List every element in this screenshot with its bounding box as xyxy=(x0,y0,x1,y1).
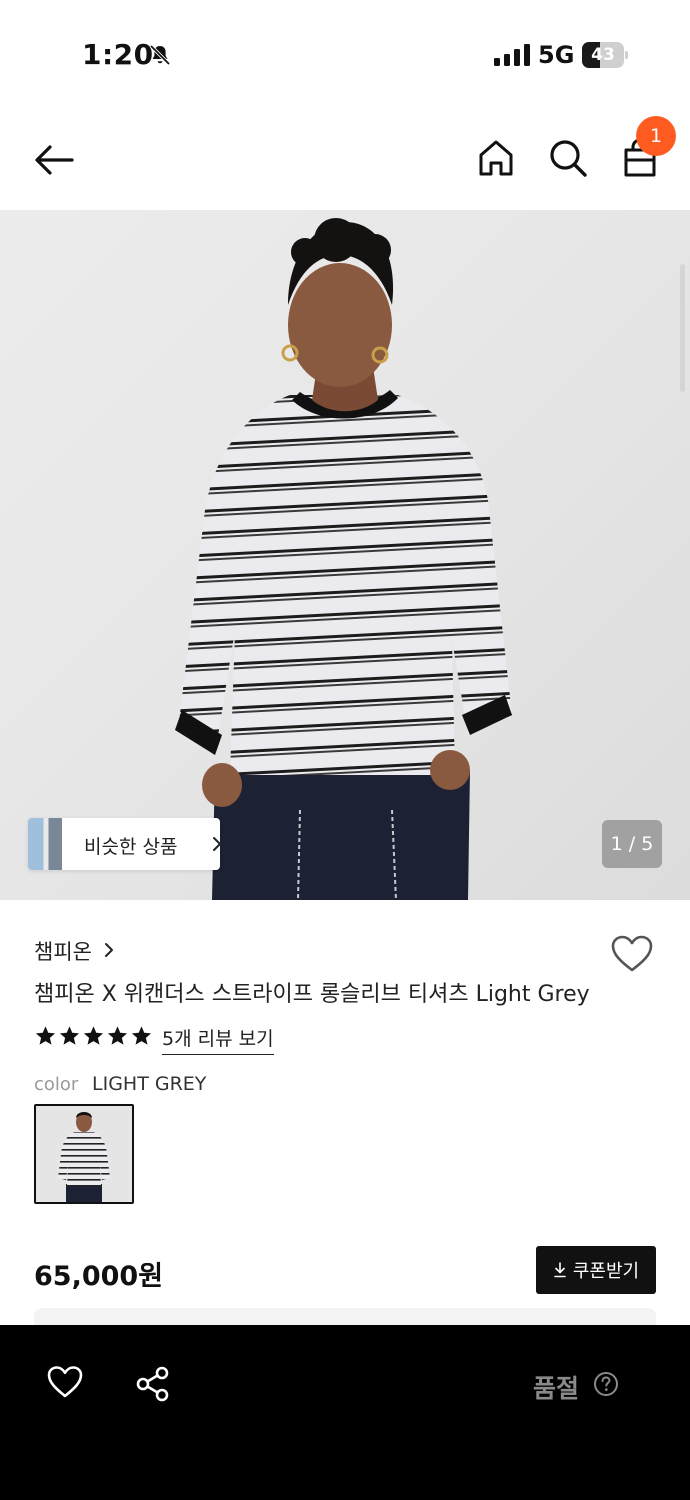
battery-percent: 43 xyxy=(591,45,615,65)
color-label: color xyxy=(34,1074,79,1095)
similar-product-thumbnail xyxy=(28,818,62,870)
rating-stars xyxy=(34,1024,153,1050)
battery-icon: 43 xyxy=(582,42,628,68)
status-time: 1:20 xyxy=(82,38,154,71)
star-icon xyxy=(83,1026,104,1045)
similar-products-button[interactable]: 비슷한 상품 xyxy=(28,818,221,870)
product-price: 65,000원 xyxy=(34,1261,164,1292)
share-icon[interactable] xyxy=(134,1365,172,1403)
star-icon xyxy=(131,1026,152,1045)
cart-count-badge: 1 xyxy=(636,116,676,156)
heart-icon[interactable] xyxy=(46,1365,84,1399)
product-title: 챔피온 X 위캔더스 스트라이프 롱슬리브 티셔츠 Light Grey xyxy=(34,982,590,1007)
bottom-action-bar: 품절 xyxy=(0,1325,690,1500)
brand-link[interactable]: 챔피온 xyxy=(34,936,92,966)
network-type: 5G xyxy=(538,41,575,69)
similar-products-label: 비슷한 상품 xyxy=(84,836,178,858)
cellular-signal-icon xyxy=(494,44,530,66)
product-image[interactable] xyxy=(0,210,690,900)
download-icon xyxy=(554,1262,566,1278)
star-icon xyxy=(35,1026,56,1045)
coupon-button-label: 쿠폰받기 xyxy=(572,1261,640,1282)
chevron-right-icon[interactable] xyxy=(104,942,114,958)
chevron-right-icon xyxy=(213,837,221,851)
star-icon xyxy=(107,1026,128,1045)
scroll-indicator[interactable] xyxy=(680,264,685,392)
download-coupon-button[interactable]: 쿠폰받기 xyxy=(536,1246,656,1294)
heart-icon[interactable] xyxy=(610,934,654,974)
model-photo xyxy=(175,218,512,900)
star-icon xyxy=(59,1026,80,1045)
sold-out-label: 품절 xyxy=(533,1374,580,1403)
help-circle-icon[interactable] xyxy=(593,1371,619,1397)
image-page-counter: 1 / 5 xyxy=(602,820,662,868)
status-bar: 1:20 5G 43 xyxy=(0,0,690,110)
top-nav: 1 xyxy=(0,110,690,210)
bell-off-icon xyxy=(149,44,171,66)
search-icon[interactable] xyxy=(546,136,590,180)
swatch-photo xyxy=(36,1106,132,1202)
home-icon[interactable] xyxy=(474,136,518,180)
review-link[interactable]: 5개 리뷰 보기 xyxy=(162,1024,274,1055)
back-arrow-icon[interactable] xyxy=(30,138,78,182)
color-swatch-thumbnail[interactable] xyxy=(34,1104,134,1204)
color-value: LIGHT GREY xyxy=(92,1073,207,1095)
